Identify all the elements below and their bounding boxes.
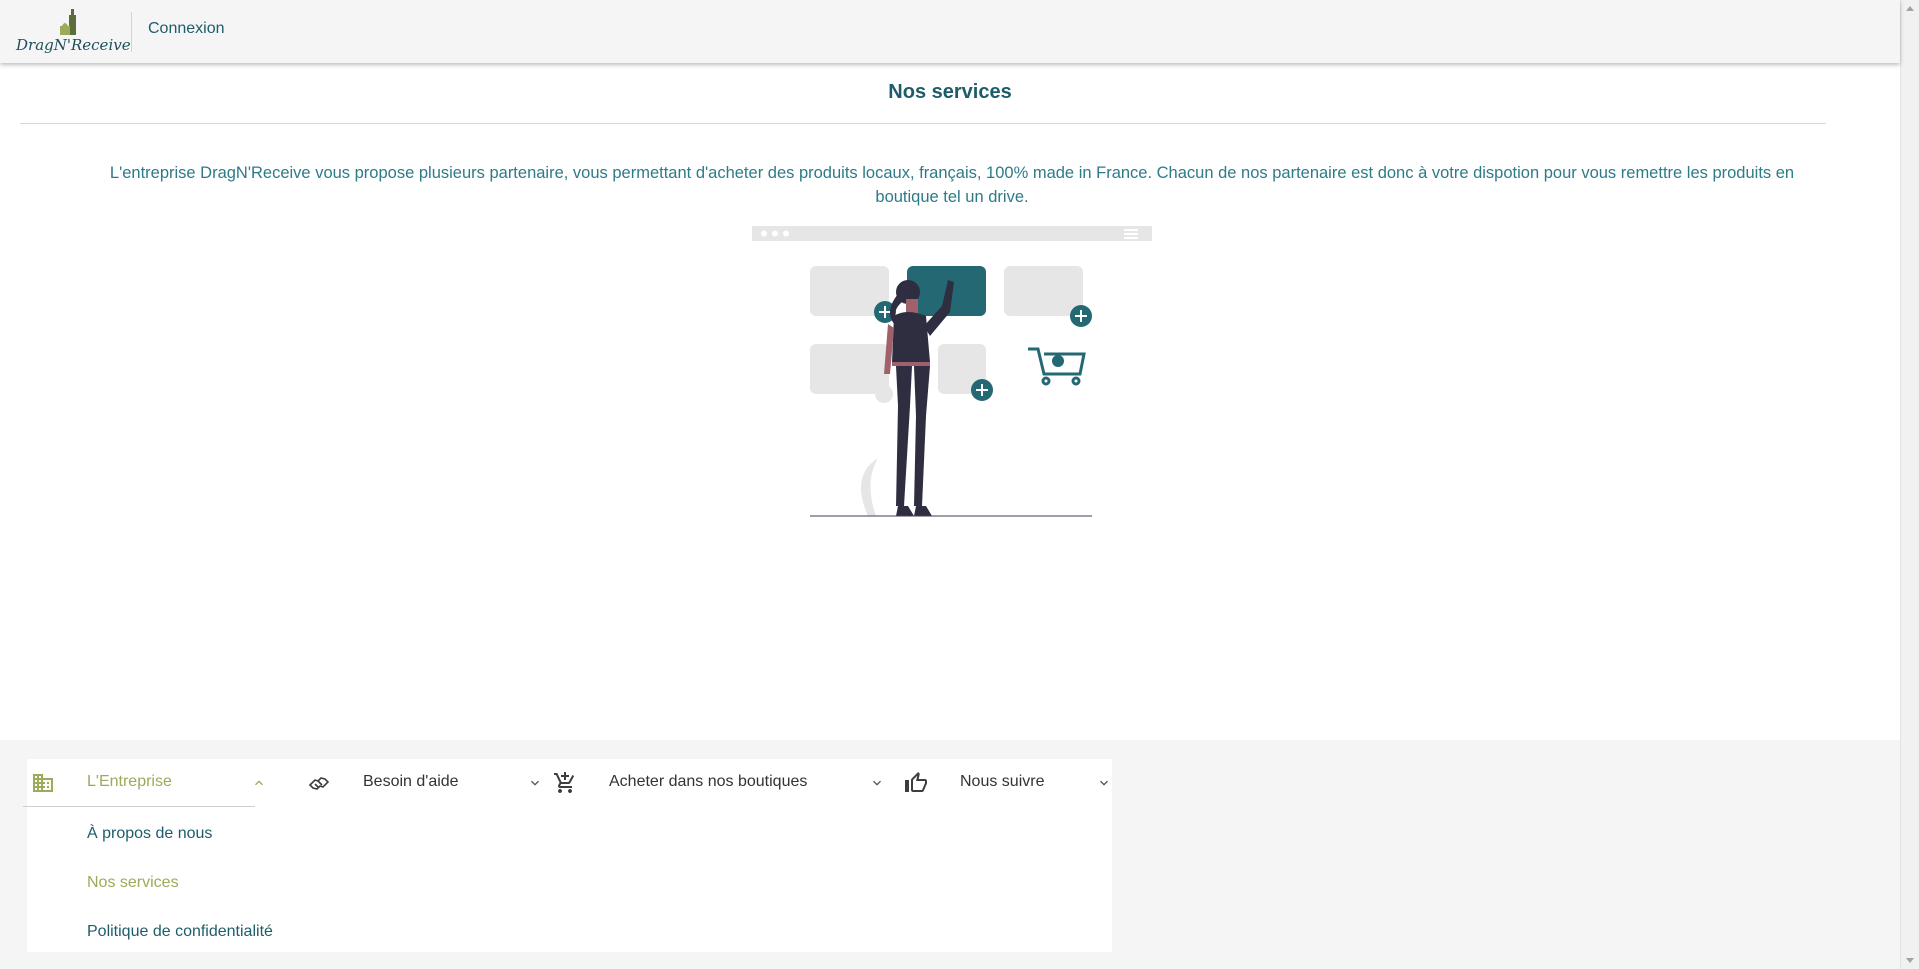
top-header: DragN'Receive Connexion	[0, 0, 1900, 63]
footer-section-follow[interactable]: Nous suivre	[904, 759, 1114, 806]
thumbs-up-icon	[905, 772, 927, 792]
chevron-down-icon	[531, 780, 539, 786]
footer-section-follow-label: Nous suivre	[960, 773, 1045, 790]
footer-section-shops-label: Acheter dans nos boutiques	[609, 773, 808, 790]
chevron-down-icon	[1100, 780, 1108, 786]
footer-menu-panel: L'Entreprise Besoin d'aide Acheter dans …	[23, 759, 1114, 952]
footer: L'Entreprise Besoin d'aide Acheter dans …	[0, 740, 1900, 969]
chevron-up-icon	[255, 780, 263, 786]
wine-bottle-logo-icon	[60, 9, 76, 35]
intro-paragraph: L'entreprise DragN'Receive vous propose …	[109, 164, 1795, 206]
services-illustration	[752, 226, 1152, 517]
building-icon	[33, 774, 53, 792]
scroll-down-arrow-icon[interactable]	[1906, 958, 1914, 963]
footer-section-help[interactable]: Besoin d'aide	[307, 759, 547, 806]
site-logo[interactable]: DragN'Receive	[16, 4, 131, 60]
footer-link-services[interactable]: Nos services	[87, 874, 179, 892]
footer-section-company[interactable]: L'Entreprise	[23, 759, 263, 807]
footer-link-about[interactable]: À propos de nous	[87, 825, 212, 843]
footer-link-privacy[interactable]: Politique de confidentialité	[87, 923, 273, 941]
footer-section-company-label: L'Entreprise	[87, 773, 172, 790]
footer-section-shops[interactable]: Acheter dans nos boutiques	[553, 759, 893, 806]
main-content: Nos services L'entreprise DragN'Receive …	[0, 64, 1900, 740]
header-divider	[131, 12, 132, 52]
login-link[interactable]: Connexion	[148, 20, 225, 38]
page-title: Nos services	[888, 81, 1012, 103]
scroll-up-arrow-icon[interactable]	[1906, 6, 1914, 11]
footer-section-help-label: Besoin d'aide	[363, 773, 459, 790]
title-divider	[20, 123, 1826, 124]
vertical-scrollbar[interactable]	[1900, 0, 1919, 969]
handshake-icon	[308, 777, 330, 790]
chevron-down-icon	[873, 780, 881, 786]
logo-text: DragN'Receive	[16, 36, 131, 54]
cart-add-icon	[554, 772, 575, 793]
